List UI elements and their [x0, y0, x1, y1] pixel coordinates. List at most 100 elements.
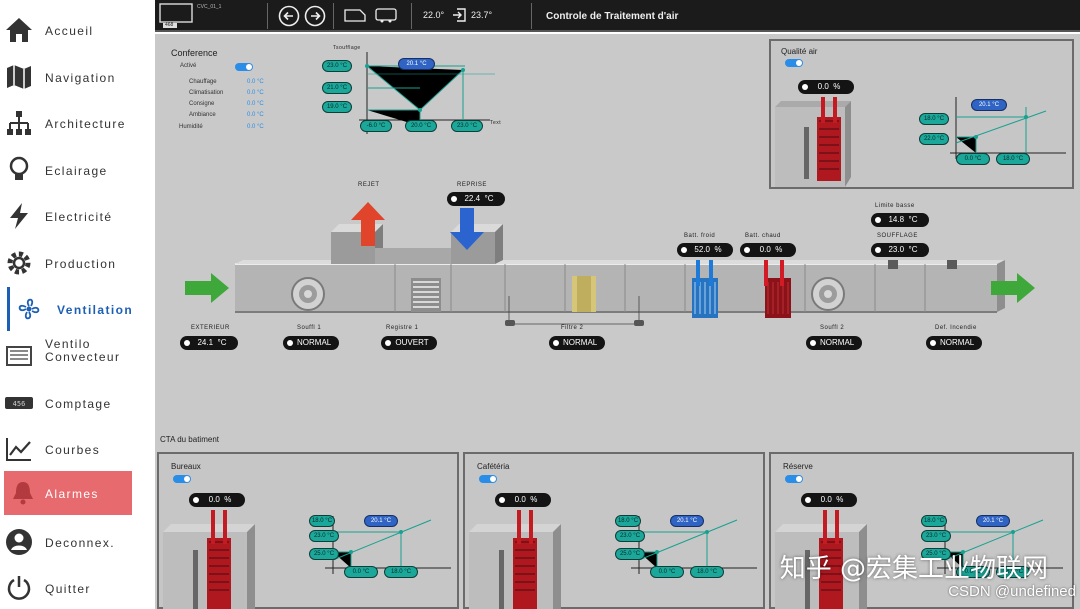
souffl2-status-pill: NORMAL	[806, 336, 862, 350]
sidebar-item-deconnexion[interactable]: Deconnex.	[0, 520, 152, 564]
rejet-label: REJET	[358, 182, 380, 188]
filtre-label: Filtre 2	[561, 325, 584, 331]
defauts-status-pill: NORMAL	[926, 336, 982, 350]
bureaux-panel: Bureaux 0.0 % 20.1 °C 18.0 °C 23.0 °C 25…	[157, 452, 459, 609]
forward-arrow-icon[interactable]	[304, 5, 326, 27]
reprise-temp-pill: 22.4 °C	[447, 192, 505, 206]
bell-icon	[13, 482, 33, 505]
bat-chaud-pill: 0.0 %	[740, 243, 796, 257]
panel-title: Réserve	[783, 462, 813, 471]
conf-row-value: 0.0 °C	[247, 79, 264, 85]
sidebar-item-label: Navigation	[45, 71, 116, 85]
curve-left-pill: 25.0 °C	[615, 548, 645, 560]
conf-row-value: 0.0 °C	[247, 112, 264, 118]
device-name: CVC_01_1	[197, 4, 222, 10]
qualite-toggle[interactable]	[785, 59, 803, 67]
valve-pill: 0.0 %	[495, 493, 551, 507]
top-bar: CVC_01_1 468 22.0° 23.7° Controle de Tra…	[155, 0, 1080, 32]
souffl2-label: Souffl 2	[820, 325, 845, 331]
conf-row-label: Humidité	[179, 124, 203, 130]
curve-left-pill: 25.0 °C	[309, 548, 339, 560]
sidebar-item-comptage[interactable]: 456 Comptage	[0, 381, 152, 425]
sidebar-item-label: Electricité	[45, 210, 113, 224]
exit-icon	[453, 8, 466, 22]
curve-bottom-pill: -6.0 °C	[360, 120, 392, 132]
sidebar-item-navigation[interactable]: Navigation	[0, 55, 152, 99]
conference-title: Conference	[171, 48, 218, 58]
panel-toggle[interactable]	[479, 475, 497, 483]
sidebar-item-label: Eclairage	[45, 164, 108, 178]
panel-toggle[interactable]	[785, 475, 803, 483]
duct-icon[interactable]	[344, 7, 366, 23]
sidebar-item-label: Ventilation	[57, 303, 134, 317]
sidebar-item-label: Quitter	[45, 582, 91, 596]
panel-toggle[interactable]	[173, 475, 191, 483]
divider	[411, 3, 412, 29]
cafeteria-panel: Cafétéria 0.0 % 20.1 °C 18.0 °C 23.0 °C …	[463, 452, 765, 609]
sidebar-item-label: Courbes	[45, 443, 101, 457]
watermark: 知乎 @宏集工业物联网	[779, 554, 1048, 584]
sidebar-item-architecture[interactable]: Architecture	[0, 101, 152, 145]
valve-pill: 0.0 %	[189, 493, 245, 507]
gear-icon	[7, 251, 31, 275]
conf-row-value: 0.0 °C	[247, 124, 264, 130]
sidebar-item-ventilo-convecteur[interactable]: Ventilo Convecteur	[0, 334, 152, 378]
panel-title: Cafétéria	[477, 462, 510, 471]
curve-bottom-pill: 0.0 °C	[344, 566, 378, 578]
coil-unit	[469, 510, 561, 609]
curve-left-pill: 21.0 °C	[322, 82, 352, 94]
sidebar-item-accueil[interactable]: Accueil	[0, 8, 152, 52]
soufflage-label: SOUFFLAGE	[877, 233, 918, 239]
curve-xlabel: Text	[490, 120, 502, 126]
valve-pill: 0.0 %	[798, 80, 854, 94]
meter-icon: 456	[5, 397, 33, 409]
network-icon	[7, 111, 31, 135]
souffl1-status-pill: NORMAL	[283, 336, 339, 350]
chart-icon	[6, 438, 31, 461]
home-icon	[6, 18, 32, 42]
panel-title: Bureaux	[171, 462, 201, 471]
conf-row-value: 0.0 °C	[247, 90, 264, 96]
bat-froid-label: Batt. froid	[684, 233, 716, 239]
filtre-status-pill: NORMAL	[549, 336, 605, 350]
registre-label: Registre 1	[386, 325, 419, 331]
temp-right: 23.7°	[471, 10, 493, 20]
curve-top-pill: 20.1 °C	[976, 515, 1010, 527]
curve-top-pill: 20.1 °C	[364, 515, 398, 527]
sidebar-item-electricite[interactable]: Electricité	[0, 194, 152, 238]
defauts-label: Def. Incendie	[935, 325, 977, 331]
registre-status-pill: OUVERT	[381, 336, 437, 350]
sidebar-item-ventilation[interactable]: Ventilation	[0, 287, 152, 331]
curve-top-pill: 20.1 °C	[398, 58, 435, 70]
curve-left-pill: 23.0 °C	[309, 530, 339, 542]
page-title: Controle de Traitement d'air	[546, 11, 679, 22]
ext-temp-pill: 24.1 °C	[180, 336, 238, 350]
curve-left-pill: 18.0 °C	[309, 515, 335, 527]
sidebar-item-quitter[interactable]: Quitter	[0, 566, 152, 609]
curve-left-pill: 18.0 °C	[921, 515, 947, 527]
sidebar-item-alarmes[interactable]: Alarmes	[4, 471, 132, 515]
sidebar-item-label: Production	[45, 257, 117, 271]
csdn-watermark: CSDN @undefined	[948, 583, 1076, 600]
curve-bottom-pill: 0.0 °C	[956, 153, 990, 165]
meter-value: 468	[165, 22, 174, 28]
qualite-air-panel: Qualité air 0.0 % 20.1 °C 18.0 °C 22.0 °…	[769, 39, 1074, 189]
sidebar-item-production[interactable]: Production	[0, 241, 152, 285]
ahu-icon[interactable]	[375, 7, 397, 23]
conf-row-value: 0.0 °C	[247, 101, 264, 107]
app-root: Accueil Navigation Architecture Eclairag…	[0, 0, 1080, 609]
back-arrow-icon[interactable]	[278, 5, 300, 27]
lightning-icon	[10, 203, 28, 229]
curve-bottom-pill: 23.0 °C	[451, 120, 483, 132]
conf-row-label: Consigne	[189, 101, 215, 107]
conference-toggle[interactable]	[235, 63, 253, 71]
sidebar-item-label: Ventilo Convecteur	[45, 337, 121, 364]
sidebar-item-eclairage[interactable]: Eclairage	[0, 148, 152, 192]
sidebar-item-label: Architecture	[45, 117, 126, 131]
power-icon	[7, 576, 31, 600]
conf-row-label: Ambiance	[189, 112, 216, 118]
sidebar-item-courbes[interactable]: Courbes	[0, 427, 152, 471]
conf-row-label: Climatisation	[189, 90, 224, 96]
map-icon	[7, 65, 31, 89]
soufflage-pill: 23.0 °C	[871, 243, 929, 257]
